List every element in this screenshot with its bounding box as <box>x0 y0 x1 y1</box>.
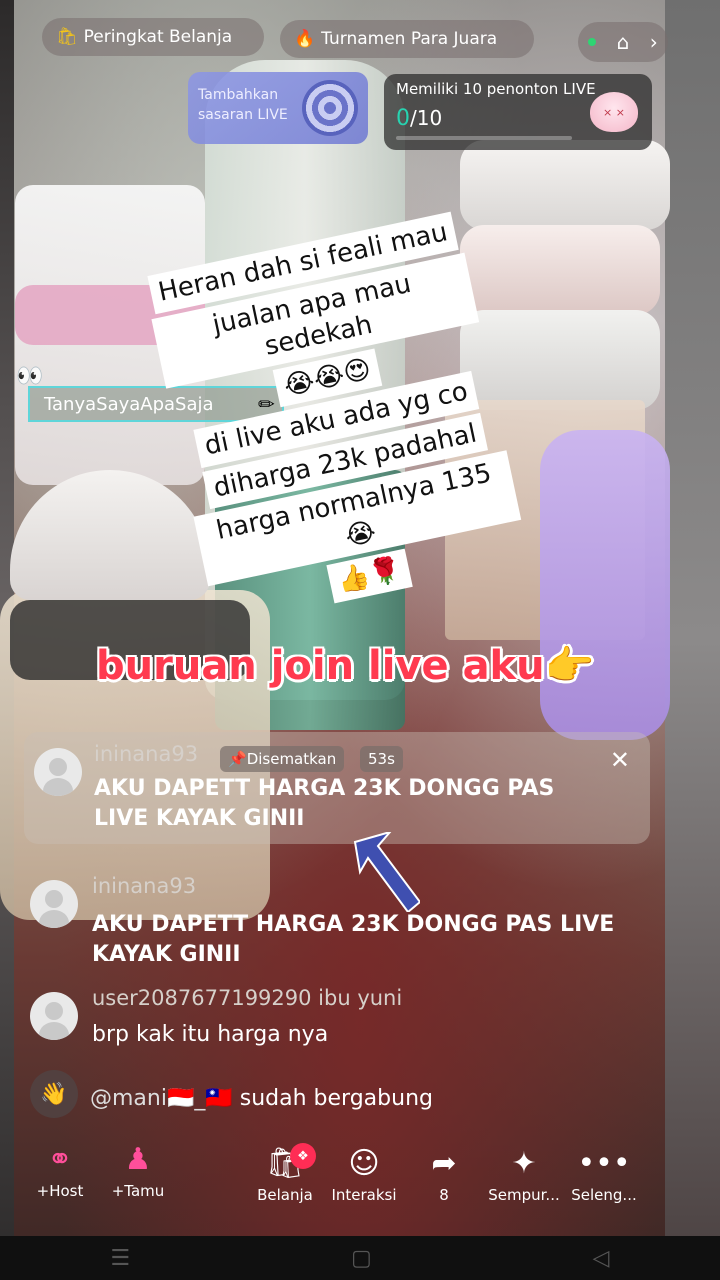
effects-label: Sempur... <box>488 1186 560 1204</box>
guest-button[interactable]: ♟ +Tamu <box>106 1142 170 1200</box>
shop-pin-badge: ❖ <box>290 1143 316 1169</box>
viewer-target: /10 <box>410 106 443 130</box>
share-count: 8 <box>439 1186 449 1204</box>
shopping-bag-icon: 🛍 <box>56 27 78 47</box>
share-button[interactable]: ➦ 8 <box>418 1146 470 1204</box>
target-icon <box>302 80 358 136</box>
system-nav-bar: ☰ ▢ ◁ <box>0 1236 720 1280</box>
product-jar-lid <box>10 470 210 600</box>
share-icon: ➦ <box>431 1146 457 1181</box>
comment-username: user2087677199290 ibu yuni <box>92 986 403 1010</box>
joined-notice: @mani🇮🇩_🇹🇼 sudah bergabung <box>90 1084 650 1114</box>
pinned-badge: 📌 Disematkan <box>220 746 345 772</box>
tournament-pill[interactable]: 🔥 Turnamen Para Juara <box>280 20 534 58</box>
comment-text: AKU DAPETT HARGA 23K DONGG PAS LIVE KAYA… <box>92 912 615 967</box>
add-live-goal-label: Tambahkan sasaran LIVE <box>198 87 288 123</box>
menu-icon[interactable]: ☰ <box>110 1246 130 1271</box>
chevron-right-icon[interactable]: › <box>650 30 658 54</box>
shopping-rank-label: Peringkat Belanja <box>83 27 233 47</box>
host-button[interactable]: ⚭ +Host <box>28 1142 92 1200</box>
pinned-time-label: 53s <box>368 750 395 768</box>
live-stream-view: 🛍 Peringkat Belanja 🔥 Turnamen Para Juar… <box>0 0 720 1280</box>
avatar[interactable] <box>30 992 78 1040</box>
live-status-dot <box>588 38 597 46</box>
joined-user[interactable]: @mani🇮🇩_🇹🇼 <box>90 1086 233 1111</box>
viewer-current: 0 <box>396 106 410 131</box>
pinned-comment[interactable]: ininana93 📌 Disematkan 53s ✕ AKU DAPETT H… <box>24 732 650 844</box>
top-right-controls[interactable]: ⌂ › <box>578 22 668 62</box>
pinned-time: 53s <box>360 746 403 772</box>
pinned-username: ininana93 <box>94 742 199 766</box>
guest-icon: ♟ <box>124 1142 152 1177</box>
magic-wand-icon: ✦ <box>511 1146 537 1181</box>
host-icon: ⚭ <box>47 1142 73 1177</box>
effects-button[interactable]: ✦ Sempur... <box>486 1146 562 1204</box>
viewer-goal-card[interactable]: Memiliki 10 penonton LIVE 0/10 × × <box>384 74 652 150</box>
joined-text: sudah bergabung <box>239 1086 433 1111</box>
close-icon[interactable]: ✕ <box>610 746 630 774</box>
home-play-icon[interactable]: ⌂ <box>617 30 630 54</box>
more-icon: ••• <box>577 1146 631 1181</box>
more-button[interactable]: ••• Seleng... <box>568 1146 640 1204</box>
guest-label: +Tamu <box>111 1182 165 1200</box>
shop-label: Belanja <box>257 1186 313 1204</box>
host-label: +Host <box>36 1182 84 1200</box>
flame-icon: 🔥 <box>294 29 316 49</box>
wave-hand-icon: 👋 <box>30 1070 78 1118</box>
comment-username: ininana93 <box>92 874 197 898</box>
overlay-headline: buruan join live aku👉 <box>96 643 595 689</box>
avatar[interactable] <box>30 880 78 928</box>
interaction-button[interactable]: ☺ Interaksi <box>326 1146 402 1204</box>
mascot-icon: × × <box>590 92 638 132</box>
pin-icon: 📌 <box>228 750 247 768</box>
interaction-label: Interaksi <box>331 1186 397 1204</box>
product-jar <box>460 140 670 230</box>
interaction-icon: ☺ <box>348 1146 380 1181</box>
add-live-goal-card[interactable]: Tambahkan sasaran LIVE <box>188 72 368 144</box>
viewer-progress-bar <box>396 136 572 140</box>
back-icon[interactable]: ◁ <box>593 1246 610 1271</box>
avatar[interactable] <box>34 748 82 796</box>
more-label: Seleng... <box>571 1186 637 1204</box>
pinned-badge-label: Disematkan <box>246 750 337 768</box>
background-frame-right <box>665 0 720 1280</box>
comment-text: brp kak itu harga nya <box>92 1022 329 1047</box>
arrow-icon <box>353 832 420 912</box>
pinned-text: AKU DAPETT HARGA 23K DONGG PAS LIVE KAYA… <box>94 776 555 831</box>
tournament-label: Turnamen Para Juara <box>321 29 498 49</box>
product-jar <box>460 225 660 315</box>
shopping-rank-pill[interactable]: 🛍 Peringkat Belanja <box>42 18 264 56</box>
home-icon[interactable]: ▢ <box>351 1246 372 1271</box>
product-purple-jar <box>540 430 670 740</box>
